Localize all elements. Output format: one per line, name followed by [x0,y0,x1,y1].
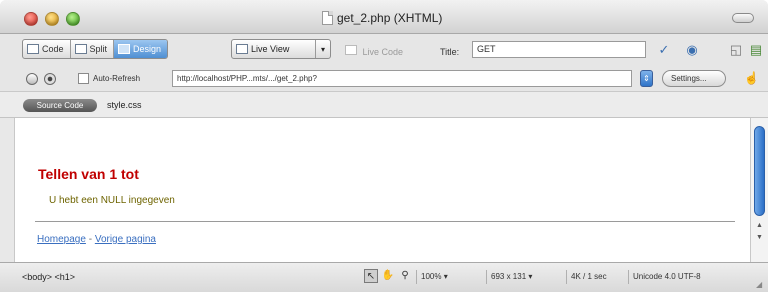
split-view-icon [74,44,87,54]
zoom-window-button[interactable] [66,12,80,26]
hand-tool-icon[interactable]: ✋ [381,269,395,283]
split-view-label: Split [89,44,108,54]
design-view-icon [118,44,131,54]
live-code-label: Live Code [362,47,404,57]
scroll-thumb[interactable] [754,126,765,216]
application-window: get_2.php (XHTML) Code Split Design Live… [0,0,768,292]
scroll-down-icon[interactable]: ▼ [754,234,765,241]
back-icon[interactable] [26,73,38,85]
browser-navigation-bar: Auto-Refresh http://localhost/PHP...mts/… [0,66,768,92]
page-links: Homepage - Vorige pagina [37,234,156,245]
tag-selector[interactable]: <body> <h1> [22,272,75,282]
window-size-value: 693 x 131 [491,272,527,281]
scroll-up-icon[interactable]: ▲ [754,222,765,229]
title-input[interactable]: GET [472,41,646,58]
validate-icon[interactable]: ✓ [656,42,672,58]
address-dropdown-button[interactable]: ⇕ [640,70,653,87]
close-window-button[interactable] [24,12,38,26]
refresh-icon[interactable]: ◱ [728,42,744,58]
document-toolbar: Code Split Design Live View ▾ Live Code … [0,34,768,66]
design-view-button[interactable]: Design [114,40,168,58]
document-icon [322,11,333,25]
zoom-tool-icon[interactable]: ⚲ [398,269,412,283]
zoom-select[interactable]: 100% ▾ [416,270,484,284]
browser-preview-icon[interactable]: ◉ [684,42,700,58]
page-heading[interactable]: Tellen van 1 tot [38,166,139,182]
related-files-bar: Source Code style.css [0,92,768,118]
encoding-indicator: Unicode 4.0 UTF-8 [628,270,738,284]
auto-refresh-checkbox[interactable] [78,73,89,84]
previous-page-link[interactable]: Vorige pagina [95,234,156,245]
live-view-label: Live View [251,44,290,54]
horizontal-rule [35,221,735,222]
window-title: get_2.php (XHTML) [337,11,443,25]
home-icon[interactable] [44,73,56,85]
zoom-value: 100% [421,272,442,281]
toolbar-toggle-button[interactable] [732,13,754,23]
live-code-icon [345,45,357,55]
title-bar[interactable]: get_2.php (XHTML) [0,0,768,34]
live-code-button[interactable]: Live Code [345,45,403,57]
settings-button[interactable]: Settings... [662,70,726,87]
title-label: Title: [440,47,460,57]
homepage-link[interactable]: Homepage [37,234,86,245]
split-view-button[interactable]: Split [71,40,115,58]
auto-refresh-label: Auto-Refresh [93,74,141,83]
code-view-button[interactable]: Code [23,40,71,58]
resize-grip-icon[interactable]: ◢ [756,280,766,290]
vertical-scrollbar[interactable]: ▲ ▼ [750,118,768,262]
code-view-icon [27,44,39,54]
window-size-select[interactable]: 693 x 131 ▾ [486,270,564,284]
design-view-label: Design [133,44,162,54]
minimize-window-button[interactable] [45,12,59,26]
related-file-style-css[interactable]: style.css [107,100,142,110]
source-code-tab[interactable]: Source Code [23,99,97,112]
chevron-down-icon[interactable]: ▾ [316,45,330,54]
design-view-canvas[interactable]: Tellen van 1 tot U hebt een NULL ingegev… [14,118,750,262]
link-separator: - [88,234,93,245]
download-time: 4K / 1 sec [566,270,626,284]
inspect-icon: ☝ [744,71,759,85]
view-mode-group: Code Split Design [22,39,169,59]
status-bar: <body> <h1> ↖ ✋ ⚲ 100% ▾ 693 x 131 ▾ 4K … [0,262,768,292]
view-options-icon[interactable]: ▤ [748,42,764,58]
live-view-button[interactable]: Live View ▾ [231,39,331,59]
live-view-icon [236,44,248,54]
address-input[interactable]: http://localhost/PHP...mts/.../get_2.php… [172,70,632,87]
code-view-label: Code [42,44,64,54]
page-message[interactable]: U hebt een NULL ingegeven [49,195,175,206]
pointer-tool-icon[interactable]: ↖ [364,269,378,283]
